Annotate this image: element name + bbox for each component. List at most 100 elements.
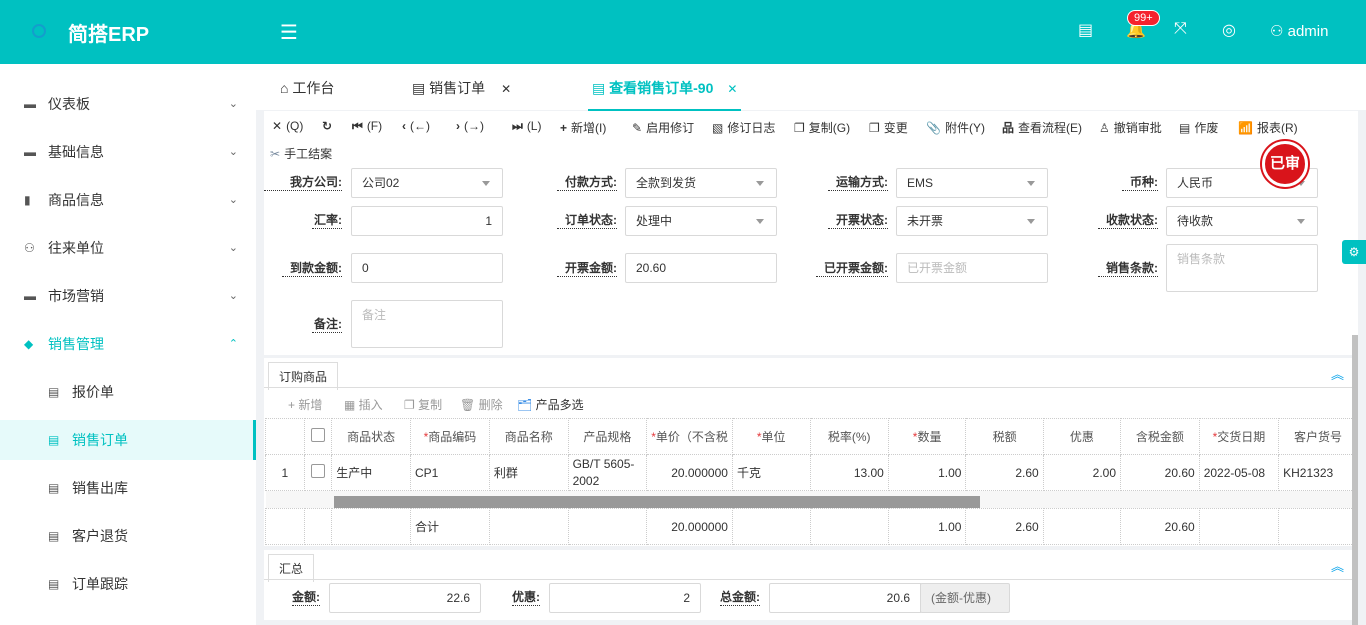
col-price: *单价（不含税 (646, 418, 733, 455)
collapse-icon[interactable]: ︽ (1331, 556, 1344, 575)
payment-select[interactable]: 全款到发货 (625, 168, 777, 198)
summary-tab[interactable]: 汇总 (268, 554, 315, 582)
sidebar-item-sales-order[interactable]: ▤ 销售订单 (0, 420, 256, 460)
payment-label: 付款方式: (557, 173, 617, 191)
col-cust-no: 客户货号 (1278, 418, 1358, 455)
top-header: 简搭ERP ☰ ▤ 🔔 99+ ⤧ ◎ ⚇ admin (0, 0, 1366, 64)
cell-discount: 2.00 (1042, 454, 1122, 491)
attachment-button[interactable]: 📎 附件(Y) (926, 119, 985, 136)
copy-icon: ❐ (794, 121, 805, 135)
label: 客户退货 (72, 528, 128, 544)
collapse-icon[interactable]: ︽ (1331, 364, 1344, 383)
sidebar-item-tracking[interactable]: ▤ 订单跟踪 (0, 564, 256, 604)
label: 撤销审批 (1113, 121, 1162, 135)
label: 商品信息 (48, 192, 104, 208)
row-checkbox[interactable] (303, 454, 333, 491)
delete-row-button[interactable]: 🗑 删除 (460, 396, 503, 413)
invoiced-input[interactable]: 已开票金额 (896, 253, 1048, 283)
terms-textarea[interactable]: 销售条款 (1166, 244, 1318, 292)
close-button[interactable]: ✕ (Q) (272, 119, 303, 133)
received-input[interactable]: 0 (351, 253, 503, 283)
totals-label: 合计 (409, 508, 490, 545)
sidebar-item-sales[interactable]: ◆ 销售管理 ⌃ (0, 324, 256, 364)
receipt-status-select[interactable]: 待收款 (1166, 206, 1318, 236)
sidebar-item-quote[interactable]: ▤ 报价单 (0, 372, 256, 412)
last-button[interactable]: ⏭ (L) (512, 119, 541, 134)
multi-select-button[interactable]: 🗂 产品多选 (517, 396, 584, 413)
user-menu[interactable]: ⚇ admin (1270, 22, 1328, 40)
sidebar-item-contacts[interactable]: ⚇ 往来单位 ⌄ (0, 228, 256, 268)
sidebar-item-goods[interactable]: ▮ 商品信息 ⌄ (0, 180, 256, 220)
invoice-status-select[interactable]: 未开票 (896, 206, 1048, 236)
label: 销售出库 (72, 480, 128, 496)
tab-label: 查看销售订单-90 (609, 80, 714, 96)
approved-stamp: 已审 (1262, 141, 1308, 187)
close-icon[interactable]: ✕ (727, 82, 737, 96)
next-button[interactable]: › (→) (456, 119, 484, 133)
settings-gear-icon[interactable]: ⚙ (1342, 240, 1366, 264)
chevron-left-icon: ‹ (402, 119, 406, 133)
tab-view-sales-order[interactable]: ▤ 查看销售订单-90 ✕ (588, 78, 742, 111)
refresh-button[interactable]: ↻ (322, 119, 336, 133)
label: 复制(G) (808, 121, 851, 135)
remark-textarea[interactable]: 备注 (351, 300, 503, 348)
amount-input[interactable]: 22.6 (329, 583, 481, 613)
copy-icon: ❐ (869, 121, 880, 135)
tools-icon: ✂ (270, 147, 281, 161)
close-icon[interactable]: ✕ (501, 82, 511, 96)
order-status-select[interactable]: 处理中 (625, 206, 777, 236)
void-button[interactable]: ▤ 作废 (1179, 119, 1218, 136)
document-icon[interactable]: ▤ (1078, 20, 1093, 40)
grand-total-label: 总金额: (720, 590, 760, 606)
shipping-select[interactable]: EMS (896, 168, 1048, 198)
sidebar-item-basic[interactable]: ▬ 基础信息 ⌄ (0, 132, 256, 172)
insert-row-button[interactable]: ▦ 插入 (344, 396, 383, 413)
invoice-amount-label: 开票金额: (557, 259, 617, 277)
fullscreen-icon[interactable]: ⤧ (1174, 20, 1187, 38)
menu-toggle-icon[interactable]: ☰ (280, 20, 298, 45)
items-tab[interactable]: 订购商品 (268, 362, 339, 390)
vertical-scrollbar[interactable] (1352, 335, 1358, 625)
change-button[interactable]: ❐ 变更 (869, 119, 908, 136)
invoiced-label: 已开票金额: (816, 259, 888, 277)
first-icon: ⏮ (352, 119, 363, 133)
close-icon: ✕ (272, 119, 283, 133)
sidebar-item-outbound[interactable]: ▤ 销售出库 (0, 468, 256, 508)
copy-button[interactable]: ❐ 复制(G) (794, 119, 850, 136)
sidebar-item-dashboard[interactable]: ▬ 仪表板 ⌄ (0, 84, 256, 124)
grand-total-input[interactable]: 20.6 (769, 583, 921, 613)
tab-sales-order[interactable]: ▤ 销售订单 ✕ (412, 78, 511, 98)
company-select[interactable]: 公司02 (351, 168, 503, 198)
label: (F) (366, 119, 383, 133)
globe-icon[interactable]: ◎ (1222, 20, 1236, 40)
tab-bar: ⌂ 工作台 ▤ 销售订单 ✕ ▤ 查看销售订单-90 ✕ (256, 64, 1366, 111)
home-icon: ⌂ (280, 80, 293, 96)
view-flow-button[interactable]: 品查看流程(E) (1002, 119, 1082, 136)
rate-label: 汇率: (312, 213, 342, 229)
revoke-approval-button[interactable]: ♙ 撤销审批 (1099, 119, 1162, 136)
receipt-status-label: 收款状态: (1098, 211, 1158, 229)
manual-close-button[interactable]: ✂ 手工结案 (270, 145, 332, 162)
add-row-button[interactable]: + 新增 (288, 396, 322, 413)
tab-workbench[interactable]: ⌂ 工作台 (280, 78, 334, 98)
table-row[interactable]: 1 生产中 CP1 利群 GB/T 5605-2002 20.000000 千克… (265, 454, 1358, 491)
sidebar-item-returns[interactable]: ▤ 客户退货 (0, 516, 256, 556)
select-all-checkbox[interactable] (303, 418, 333, 455)
revision-log-button[interactable]: ▧ 修订日志 (712, 119, 775, 136)
col-status: 商品状态 (331, 418, 411, 455)
document-icon: ▤ (48, 529, 60, 543)
enable-revision-button[interactable]: ✎ 启用修订 (632, 119, 694, 136)
report-button[interactable]: 📶 报表(R) (1238, 119, 1298, 136)
discount-input[interactable]: 2 (549, 583, 701, 613)
prev-button[interactable]: ‹ (←) (402, 119, 430, 133)
sidebar-item-marketing[interactable]: ▬ 市场营销 ⌄ (0, 276, 256, 316)
first-button[interactable]: ⏮ (F) (352, 119, 382, 134)
copy-row-button[interactable]: ❐ 复制 (404, 396, 442, 413)
chevron-down-icon: ⌄ (228, 194, 238, 206)
items-table: 商品状态 *商品编码 商品名称 产品规格 *单价（不含税 *单位 税率(%) *… (265, 418, 1358, 545)
horizontal-scrollbar[interactable] (334, 496, 980, 508)
rate-input[interactable]: 1 (351, 206, 503, 236)
label: 往来单位 (48, 240, 104, 256)
invoice-amount-input[interactable]: 20.60 (625, 253, 777, 283)
add-button[interactable]: + 新增(I) (560, 119, 606, 136)
